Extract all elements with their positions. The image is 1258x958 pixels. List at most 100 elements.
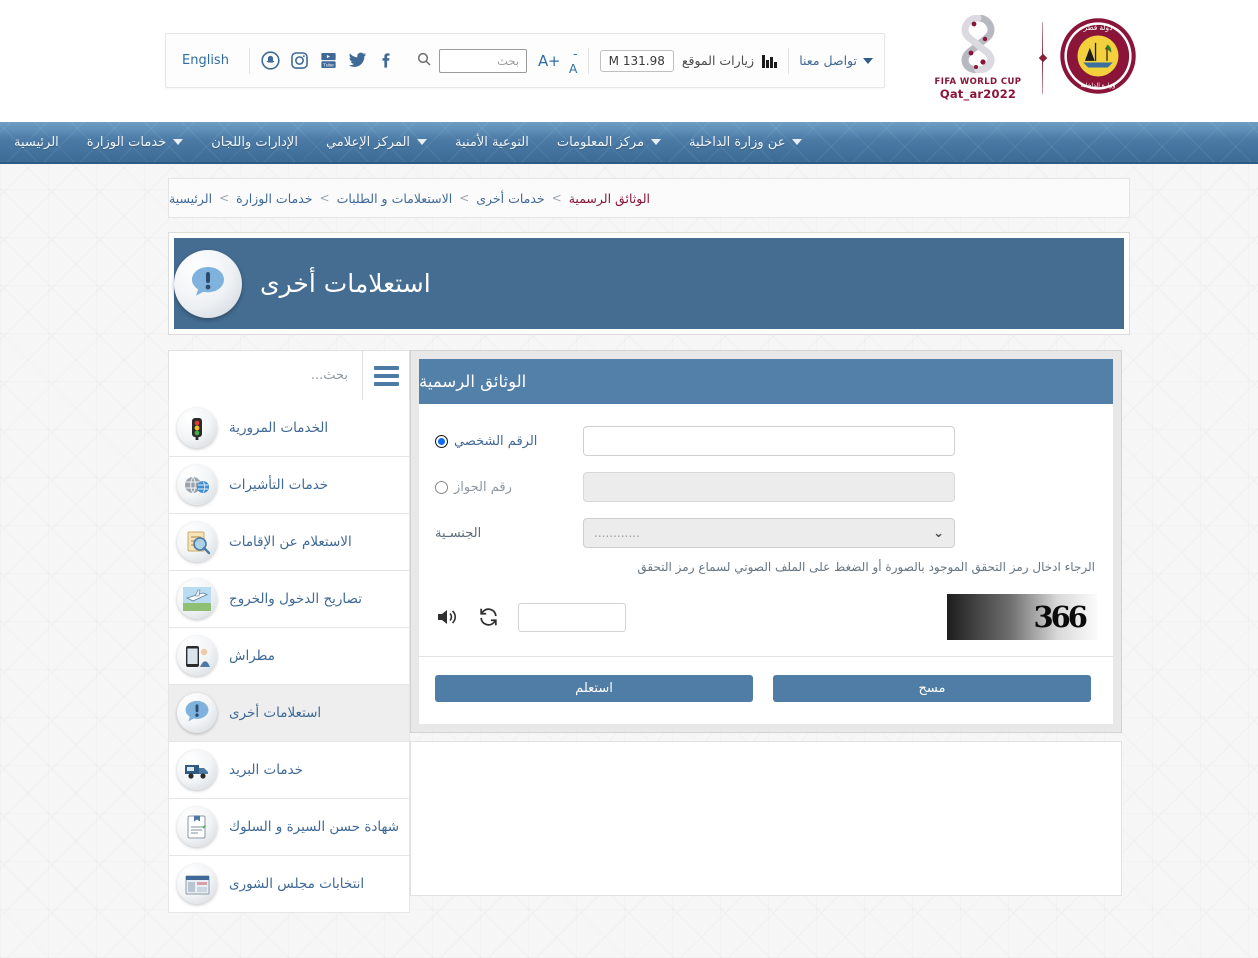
fifa-world-cup-logo[interactable]: FIFA WORLD CUP Qat_ar2022 — [928, 14, 1028, 101]
search-input[interactable] — [439, 49, 527, 72]
breadcrumb-item-other-services[interactable]: خدمات أخرى — [476, 191, 544, 206]
language-link[interactable]: English — [182, 53, 229, 68]
captcha-row: 366 — [435, 588, 1097, 656]
panel-body: الرقم الشخصي رقم الجواز الجنسـية .......… — [419, 404, 1113, 724]
nav-item-departments-committees[interactable]: الإدارات واللجان — [197, 135, 312, 150]
clear-button[interactable]: مسح — [773, 675, 1091, 702]
results-area — [410, 741, 1122, 896]
sidebar-item-label: الخدمات المرورية — [229, 420, 329, 436]
sidebar-item-good-conduct-certificate[interactable]: شهادة حسن السيرة و السلوك — [168, 799, 410, 856]
passport-label: رقم الجواز — [454, 479, 512, 495]
personal-id-row: الرقم الشخصي — [435, 426, 1097, 456]
search-icon[interactable] — [416, 51, 432, 71]
captcha-image: 366 — [947, 594, 1097, 640]
nationality-select[interactable]: ............ ⌄ — [583, 518, 955, 548]
chevron-down-icon — [173, 139, 184, 145]
breadcrumb-item-inquiries-requests[interactable]: الاستعلامات و الطلبات — [337, 191, 453, 206]
sidebar-item-metrash[interactable]: مطراش — [168, 628, 410, 685]
moi-qatar-emblem-icon[interactable]: دولة قطر وزارة الداخلية — [1057, 15, 1139, 101]
nav-label: المركز الإعلامي — [325, 134, 411, 150]
svg-text:دولة قطر: دولة قطر — [1083, 23, 1113, 32]
divider — [419, 656, 1113, 657]
breadcrumb-separator: > — [219, 191, 230, 205]
facebook-icon[interactable] — [377, 51, 396, 70]
personal-id-radio[interactable] — [435, 434, 448, 448]
sidebar-search[interactable] — [169, 351, 362, 400]
sidebar-item-label: انتخابات مجلس الشورى — [229, 876, 365, 892]
svg-text:وزارة الداخلية: وزارة الداخلية — [1080, 82, 1115, 89]
contact-us-menu[interactable]: تواصل معنا — [788, 44, 884, 78]
logo-group: دولة قطر وزارة الداخلية FIFA WORLD CUP Q… — [928, 10, 1139, 106]
nav-item-information-center[interactable]: مركز المعلومات — [543, 135, 675, 150]
sidebar-item-entry-exit-permits[interactable]: تصاريح الدخول والخروج — [168, 571, 410, 628]
chevron-down-icon — [417, 139, 428, 145]
delivery-van-icon — [177, 750, 217, 790]
snapchat-icon[interactable] — [261, 51, 280, 70]
nav-item-home[interactable]: الرئيسية — [0, 135, 73, 150]
mobile-app-icon — [177, 636, 217, 676]
nationality-label-group: الجنسـية — [435, 526, 583, 541]
sidebar-item-traffic-services[interactable]: الخدمات المرورية — [168, 400, 410, 457]
sidebar-search-input[interactable] — [169, 368, 362, 383]
personal-id-label-group: الرقم الشخصي — [435, 434, 583, 449]
sidebar-item-label: تصاريح الدخول والخروج — [229, 591, 363, 607]
sidebar-item-mail-services[interactable]: خدمات البريد — [168, 742, 410, 799]
sidebar-item-other-inquiries[interactable]: استعلامات أخرى — [168, 685, 410, 742]
sidebar-item-residency-inquiry[interactable]: الاستعلام عن الإقامات — [168, 514, 410, 571]
breadcrumb-item-current: الوثائق الرسمية — [568, 190, 650, 206]
passport-label-group: رقم الجواز — [435, 480, 583, 495]
site-visits: 131.98 M زيارات الموقع — [589, 44, 788, 78]
breadcrumb-separator: > — [551, 191, 562, 205]
sidebar-item-label: الاستعلام عن الإقامات — [229, 534, 352, 550]
site-search[interactable] — [438, 48, 528, 73]
hamburger-menu-icon[interactable] — [362, 351, 409, 400]
magnifier-document-icon — [177, 522, 217, 562]
chevron-down-icon — [792, 139, 803, 145]
nav-item-ministry-services[interactable]: خدمات الوزارة — [73, 135, 197, 150]
captcha-hint: الرجاء ادخال رمز التحقق الموجود بالصورة … — [637, 560, 1095, 574]
instagram-icon[interactable] — [290, 51, 309, 70]
captcha-input[interactable] — [518, 602, 626, 632]
font-increase-button[interactable]: +A — [538, 52, 560, 70]
submit-button[interactable]: استعلم — [435, 675, 753, 702]
social-links: Tube — [250, 44, 409, 78]
youtube-icon[interactable]: Tube — [319, 51, 338, 70]
passport-input[interactable] — [583, 472, 955, 502]
page-title: استعلامات أخرى — [260, 269, 431, 298]
nav-item-media-center[interactable]: المركز الإعلامي — [312, 135, 441, 150]
sidebar-item-shura-council-elections[interactable]: انتخابات مجلس الشورى — [168, 856, 410, 913]
passport-radio[interactable] — [435, 480, 448, 494]
certificate-icon — [177, 807, 217, 847]
twitter-icon[interactable] — [348, 51, 367, 70]
language-switcher[interactable]: English — [166, 44, 249, 78]
panel-header: الوثائق الرسمية — [419, 359, 1113, 404]
breadcrumb-item-home[interactable]: الرئيسية — [169, 191, 212, 206]
contact-us-label: تواصل معنا — [799, 53, 857, 68]
personal-id-input[interactable] — [583, 426, 955, 456]
worldcup-title: FIFA WORLD CUP — [934, 77, 1022, 87]
worldcup-subtitle: Qat_ar2022 — [939, 87, 1017, 101]
ballot-icon — [177, 864, 217, 904]
breadcrumb-separator: > — [319, 191, 330, 205]
nationality-row: الجنسـية ............ ⌄ — [435, 518, 1097, 548]
sidebar-item-label: شهادة حسن السيرة و السلوك — [229, 819, 400, 835]
nav-item-about-moi[interactable]: عن وزارة الداخلية — [675, 135, 816, 150]
official-documents-panel: الوثائق الرسمية الرقم الشخصي رقم الجواز — [410, 350, 1122, 733]
page-banner: استعلامات أخرى — [168, 232, 1130, 335]
refresh-icon[interactable] — [477, 606, 500, 628]
exclamation-speech-bubble-icon — [177, 693, 217, 733]
bar-chart-icon — [762, 54, 777, 68]
sidebar-item-visa-services[interactable]: خدمات التأشيرات — [168, 457, 410, 514]
nationality-selected-value: ............ — [594, 526, 640, 540]
font-decrease-button[interactable]: -A — [569, 46, 578, 76]
breadcrumb-item-ministry-services[interactable]: خدمات الوزارة — [236, 191, 312, 206]
svg-text:Tube: Tube — [323, 62, 334, 68]
nav-item-security-awareness[interactable]: التوعية الأمنية — [441, 135, 543, 150]
services-sidebar: الخدمات المرورية خدمات التأشيرات — [168, 350, 410, 913]
sidebar-item-label: مطراش — [229, 648, 275, 664]
visits-label: زيارات الموقع — [681, 53, 755, 68]
speaker-icon[interactable] — [435, 606, 459, 628]
nav-label: الرئيسية — [14, 134, 59, 150]
exclamation-speech-bubble-icon — [174, 249, 242, 318]
visa-globe-icon — [177, 465, 217, 505]
